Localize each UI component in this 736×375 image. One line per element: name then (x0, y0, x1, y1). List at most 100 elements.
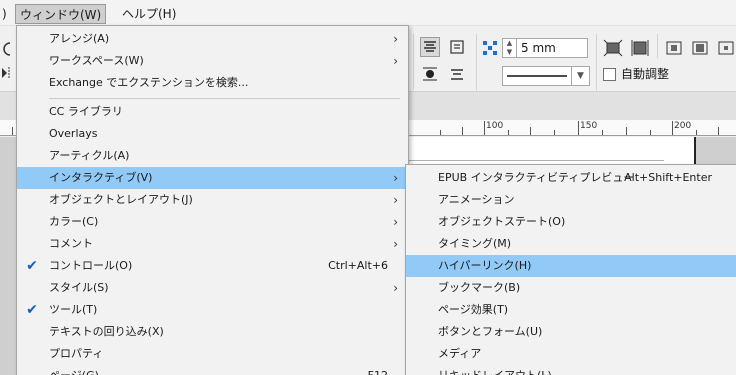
submenu-item-animation[interactable]: アニメーション (406, 189, 736, 211)
checkmark-icon: ✔ (26, 258, 38, 274)
ruler-tick (602, 130, 603, 135)
menu-item-label: リキッドレイアウト(L) (438, 365, 552, 375)
menu-item-properties[interactable]: プロパティ (17, 343, 408, 365)
fit-frame-icon[interactable] (603, 39, 623, 57)
ruler-tick (508, 130, 509, 135)
stroke-style-dropdown[interactable]: ▼ (502, 66, 590, 86)
menu-item-color[interactable]: カラー(C) › (17, 211, 408, 233)
menubar-item-help[interactable]: ヘルプ(H) (118, 4, 180, 24)
menu-item-control[interactable]: ✔ コントロール(O) Ctrl+Alt+6 (17, 255, 408, 277)
chevron-right-icon: › (393, 215, 398, 229)
menu-item-label: アニメーション (438, 193, 515, 206)
ruler-label: 150 (580, 121, 598, 131)
ruler-tick (578, 121, 579, 135)
auto-adjust-label: 自動調整 (621, 67, 670, 81)
menu-separator (49, 98, 400, 99)
align-center-button[interactable] (420, 37, 440, 57)
submenu-item-liquid-layout[interactable]: リキッドレイアウト(L) (406, 365, 736, 375)
rotate-icon[interactable] (0, 40, 14, 58)
menu-bar: ) ウィンドウ(W) ヘルプ(H) (0, 0, 736, 26)
menu-item-label: ボタンとフォーム(U) (438, 325, 543, 338)
menu-item-object-layout[interactable]: オブジェクトとレイアウト(J) › (17, 189, 408, 211)
checkmark-icon: ✔ (26, 302, 38, 318)
menu-item-label: ブックマーク(B) (438, 281, 521, 294)
chevron-right-icon: › (393, 237, 398, 251)
menu-item-label: EPUB インタラクティビティプレビュー (438, 171, 635, 184)
chevron-right-icon: › (393, 54, 398, 68)
menu-item-label: カラー(C) (49, 215, 99, 228)
menu-item-tools[interactable]: ✔ ツール(T) (17, 299, 408, 321)
text-frame-edge (404, 160, 664, 161)
menu-item-label: スタイル(S) (49, 281, 109, 294)
menu-item-label: コメント (49, 237, 93, 250)
menu-item-arrange[interactable]: アレンジ(A) › (17, 28, 408, 50)
stroke-line-icon (507, 75, 567, 77)
ruler-tick (554, 130, 555, 135)
ruler-label: 100 (486, 121, 504, 131)
ruler-tick (718, 127, 719, 135)
menu-item-label: アーティクル(A) (49, 149, 130, 162)
spacing-icon (483, 41, 497, 55)
ruler-tick (626, 127, 627, 135)
baseline-center-icon (423, 67, 437, 81)
menu-item-overlays[interactable]: Overlays (17, 123, 408, 145)
size-stepper[interactable]: ▲ ▼ (502, 38, 516, 58)
toolbar-divider (657, 34, 658, 58)
menu-item-label: Overlays (49, 127, 98, 140)
menu-item-label: ワークスペース(W) (49, 54, 144, 67)
menu-item-text-wrap[interactable]: テキストの回り込み(X) (17, 321, 408, 343)
menubar-item-partial[interactable]: ) (0, 4, 11, 24)
ruler-tick (650, 130, 651, 135)
menu-item-label: コントロール(O) (49, 259, 133, 272)
menu-item-workspace[interactable]: ワークスペース(W) › (17, 50, 408, 72)
chevron-right-icon: › (393, 281, 398, 295)
menu-item-label: メディア (438, 347, 482, 360)
menu-item-label: インタラクティブ(V) (49, 171, 153, 184)
menu-item-interactive[interactable]: インタラクティブ(V) › (17, 167, 408, 189)
chevron-down-icon[interactable]: ▼ (571, 67, 589, 85)
menu-item-label: ページ(G) (49, 365, 99, 375)
menu-item-label: オブジェクトステート(O) (438, 215, 566, 228)
interactive-submenu: EPUB インタラクティビティプレビュー Alt+Shift+Enter アニメ… (405, 164, 736, 375)
window-menu: アレンジ(A) › ワークスペース(W) › Exchange でエクステンショ… (16, 25, 409, 375)
baseline-bottom-button[interactable] (447, 64, 467, 84)
align-justify-icon (450, 40, 464, 54)
menu-item-styles[interactable]: スタイル(S) › (17, 277, 408, 299)
menu-item-cc-libraries[interactable]: CC ライブラリ (17, 101, 408, 123)
fit-content-icon[interactable] (630, 39, 650, 57)
menu-item-label: テキストの回り込み(X) (49, 325, 164, 338)
ruler-tick (12, 127, 13, 135)
align-justify-button[interactable] (447, 37, 467, 57)
menu-item-label: プロパティ (49, 347, 104, 360)
ruler-tick (462, 127, 463, 135)
submenu-item-media[interactable]: メディア (406, 343, 736, 365)
menu-item-articles[interactable]: アーティクル(A) (17, 145, 408, 167)
submenu-item-buttons-forms[interactable]: ボタンとフォーム(U) (406, 321, 736, 343)
menu-item-exchange[interactable]: Exchange でエクステンションを検索... (17, 72, 408, 94)
chevron-right-icon: › (393, 193, 398, 207)
ruler-tick (672, 121, 673, 135)
menu-item-label: ツール(T) (49, 303, 98, 316)
submenu-item-hyperlinks[interactable]: ハイパーリンク(H) (406, 255, 736, 277)
submenu-item-page-transitions[interactable]: ページ効果(T) (406, 299, 736, 321)
submenu-item-timing[interactable]: タイミング(M) (406, 233, 736, 255)
flip-icon[interactable] (0, 66, 14, 80)
stroke-style-field[interactable] (503, 67, 571, 85)
menubar-item-window[interactable]: ウィンドウ(W) (15, 4, 107, 24)
center-content-icon[interactable] (716, 39, 736, 57)
fill-proportional-icon[interactable] (664, 39, 684, 57)
menu-item-comments[interactable]: コメント › (17, 233, 408, 255)
size-input[interactable]: 5 mm (516, 38, 588, 58)
ruler-tick (530, 127, 531, 135)
toolbar-divider (596, 34, 597, 90)
submenu-item-object-states[interactable]: オブジェクトステート(O) (406, 211, 736, 233)
toolbar-divider (413, 34, 414, 90)
auto-adjust-checkbox[interactable] (603, 68, 616, 81)
ruler-tick (696, 130, 697, 135)
submenu-item-bookmarks[interactable]: ブックマーク(B) (406, 277, 736, 299)
fit-proportional-icon[interactable] (690, 39, 710, 57)
submenu-item-epub-preview[interactable]: EPUB インタラクティビティプレビュー Alt+Shift+Enter (406, 167, 736, 189)
baseline-center-button[interactable] (420, 64, 440, 84)
chevron-right-icon: › (393, 32, 398, 46)
menu-item-pages[interactable]: ページ(G) F12 (17, 365, 408, 375)
